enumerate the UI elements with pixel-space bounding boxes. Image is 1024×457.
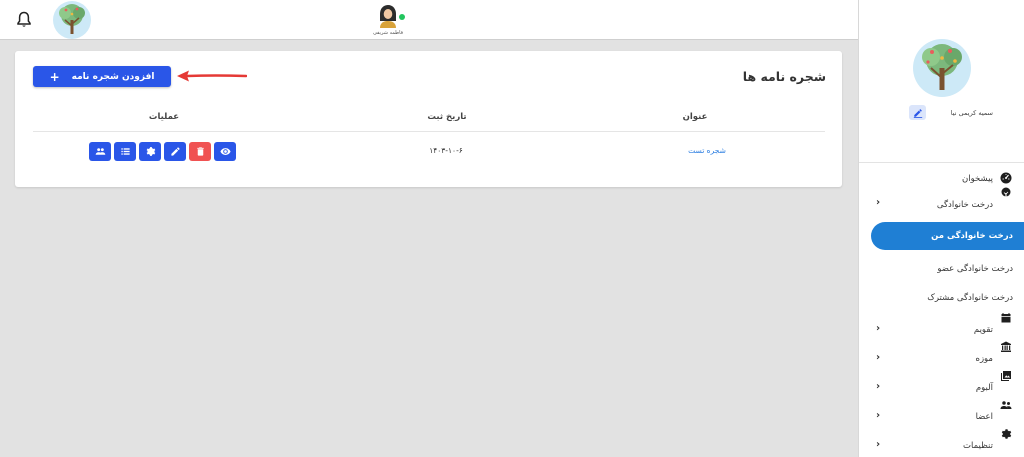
annotation-arrow: [177, 70, 247, 82]
add-button-label: افزودن شجره نامه: [71, 71, 155, 82]
settings-icon: [146, 147, 155, 156]
page-title: شجره نامه ها: [742, 69, 826, 84]
view-icon: [219, 148, 231, 155]
sidebar-item-shared-family-tree[interactable]: درخت خانوادگی مشترک: [859, 282, 1024, 310]
delete-icon: [196, 147, 204, 156]
row-actions: [89, 142, 236, 161]
column-title: عنوان: [682, 112, 708, 122]
edit-profile-button[interactable]: [909, 105, 926, 120]
dashboard-icon: [1000, 172, 1012, 184]
table-header: عنوان تاریخ ثبت عملیات: [33, 106, 825, 132]
sidebar-item-album[interactable]: آلبوم ‹: [859, 368, 1024, 397]
sidebar-item-label: درخت خانوادگی عضو: [937, 264, 1013, 274]
table-row: شجره تست ۱۴۰۳-۱۰-۶: [33, 133, 825, 169]
bell-icon[interactable]: [16, 11, 32, 29]
sidebar-item-settings[interactable]: تنظیمات ‹: [859, 426, 1024, 455]
list-icon: [120, 148, 130, 155]
chevron-icon: ‹: [876, 381, 881, 392]
tree-icon: [1000, 187, 1012, 199]
sidebar-item-family-tree[interactable]: درخت خانوادگی ‹: [859, 185, 1024, 221]
sidebar-item-label: آلبوم: [975, 383, 993, 393]
sidebar-item-member-family-tree[interactable]: درخت خانوادگی عضو: [859, 253, 1024, 282]
members-icon: [1000, 399, 1012, 411]
delete-button[interactable]: [189, 142, 211, 161]
user-avatar: [377, 4, 405, 28]
tree-title-link[interactable]: شجره تست: [688, 146, 726, 155]
family-tree-avatar: [912, 38, 972, 98]
sidebar: سمیه کریمی نیا پیشخوان درخت خانوادگی ‹ د…: [858, 0, 1024, 457]
sidebar-item-dashboard[interactable]: پیشخوان: [859, 163, 1024, 185]
plus-icon: +: [49, 69, 60, 84]
family-tree-logo[interactable]: [52, 0, 92, 40]
members-button[interactable]: [89, 142, 111, 161]
group-icon: [95, 148, 105, 155]
sidebar-item-label: تقویم: [973, 325, 993, 335]
edit-button[interactable]: [164, 142, 186, 161]
profile-name: سمیه کریمی نیا: [950, 109, 993, 117]
edit-icon: [170, 147, 180, 156]
chevron-icon: ‹: [876, 410, 881, 421]
album-icon: [1000, 370, 1012, 382]
sidebar-item-label: پیشخوان: [962, 174, 993, 184]
sidebar-item-members[interactable]: اعضا ‹: [859, 397, 1024, 426]
calendar-icon: [1000, 312, 1012, 324]
online-status-dot: [399, 14, 405, 20]
current-user[interactable]: فاطمه شریفی: [366, 4, 410, 40]
chevron-icon: ‹: [876, 197, 881, 208]
sidebar-item-label: اعضا: [975, 412, 993, 422]
sidebar-item-label: درخت خانوادگی: [936, 200, 993, 210]
sidebar-item-label: درخت خانوادگی مشترک: [927, 293, 1013, 303]
museum-icon: [1000, 341, 1012, 353]
column-date: تاریخ ثبت: [427, 112, 467, 122]
tree-date: ۱۴۰۳-۱۰-۶: [429, 146, 463, 155]
edit-icon: [913, 108, 922, 118]
add-family-tree-button[interactable]: افزودن شجره نامه +: [33, 66, 171, 87]
sidebar-item-museum[interactable]: موزه ‹: [859, 339, 1024, 368]
column-actions: عملیات: [148, 112, 180, 122]
top-bar: فاطمه شریفی: [0, 0, 858, 40]
sidebar-item-my-family-tree[interactable]: درخت خانوادگی من: [871, 222, 1024, 250]
sidebar-item-label: تنظیمات: [963, 441, 993, 451]
chevron-icon: ‹: [876, 323, 881, 334]
sidebar-nav: پیشخوان درخت خانوادگی ‹ درخت خانوادگی من…: [859, 163, 1024, 455]
list-button[interactable]: [114, 142, 136, 161]
family-trees-card: شجره نامه ها افزودن شجره نامه + عنوان تا…: [15, 51, 842, 187]
chevron-icon: ‹: [876, 439, 881, 450]
settings-icon: [1000, 428, 1012, 440]
sidebar-item-label: درخت خانوادگی من: [931, 231, 1013, 241]
sidebar-item-label: موزه: [975, 354, 993, 364]
sidebar-item-calendar[interactable]: تقویم ‹: [859, 310, 1024, 339]
profile-section: سمیه کریمی نیا: [859, 0, 1024, 163]
chevron-icon: ‹: [876, 352, 881, 363]
settings-button[interactable]: [139, 142, 161, 161]
view-button[interactable]: [214, 142, 236, 161]
user-name: فاطمه شریفی: [372, 30, 404, 36]
